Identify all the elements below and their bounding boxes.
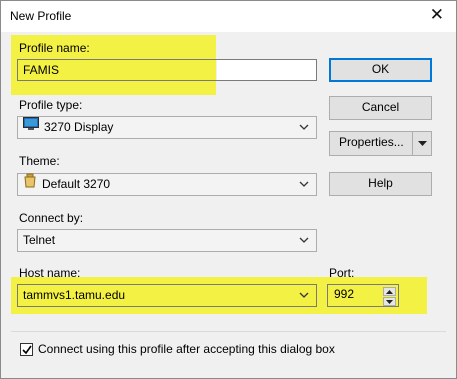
help-button[interactable]: Help	[329, 172, 432, 196]
theme-value: Default 3270	[42, 177, 111, 191]
chevron-down-icon	[298, 174, 310, 195]
terminal-icon	[23, 116, 39, 137]
chevron-down-icon	[298, 230, 310, 251]
properties-split-button[interactable]: Properties...	[329, 131, 432, 156]
chevron-down-icon	[298, 285, 310, 306]
check-icon	[22, 345, 32, 355]
port-decrement-button[interactable]	[383, 297, 396, 306]
port-spinner[interactable]: 992	[327, 284, 399, 307]
theme-label: Theme:	[19, 154, 60, 168]
host-name-value: tammvs1.tamu.edu	[23, 288, 126, 302]
title-bar: New Profile ✕	[1, 1, 456, 32]
profile-name-label: Profile name:	[19, 41, 90, 55]
theme-select[interactable]: Default 3270	[17, 173, 317, 196]
connect-checkbox-label[interactable]: Connect using this profile after accepti…	[38, 342, 335, 356]
profile-type-select[interactable]: 3270 Display	[17, 116, 317, 139]
connect-checkbox[interactable]	[20, 343, 33, 356]
chevron-down-icon	[298, 117, 310, 138]
connect-by-value: Telnet	[23, 233, 56, 247]
connect-by-select[interactable]: Telnet	[17, 229, 317, 252]
host-name-combo[interactable]: tammvs1.tamu.edu	[17, 284, 317, 307]
profile-type-label: Profile type:	[19, 98, 83, 112]
dialog-content: Profile name: FAMIS Profile type: 3270 D…	[1, 32, 456, 378]
port-value: 992	[334, 287, 355, 301]
theme-icon	[23, 173, 37, 195]
port-label: Port:	[329, 266, 355, 280]
separator	[11, 331, 446, 332]
properties-button-label: Properties...	[339, 135, 404, 149]
connect-by-label: Connect by:	[19, 211, 84, 225]
host-name-label: Host name:	[19, 266, 81, 280]
close-icon[interactable]: ✕	[430, 5, 444, 25]
profile-type-value: 3270 Display	[44, 120, 114, 134]
profile-name-value: FAMIS	[23, 63, 60, 77]
cancel-button[interactable]: Cancel	[329, 96, 432, 120]
port-increment-button[interactable]	[383, 287, 396, 296]
new-profile-dialog: New Profile ✕ Profile name: FAMIS Profil…	[0, 0, 457, 379]
dropdown-arrow-icon[interactable]	[412, 132, 431, 155]
profile-name-input-tail	[217, 60, 316, 80]
ok-button[interactable]: OK	[329, 58, 432, 82]
window-title: New Profile	[10, 9, 72, 23]
